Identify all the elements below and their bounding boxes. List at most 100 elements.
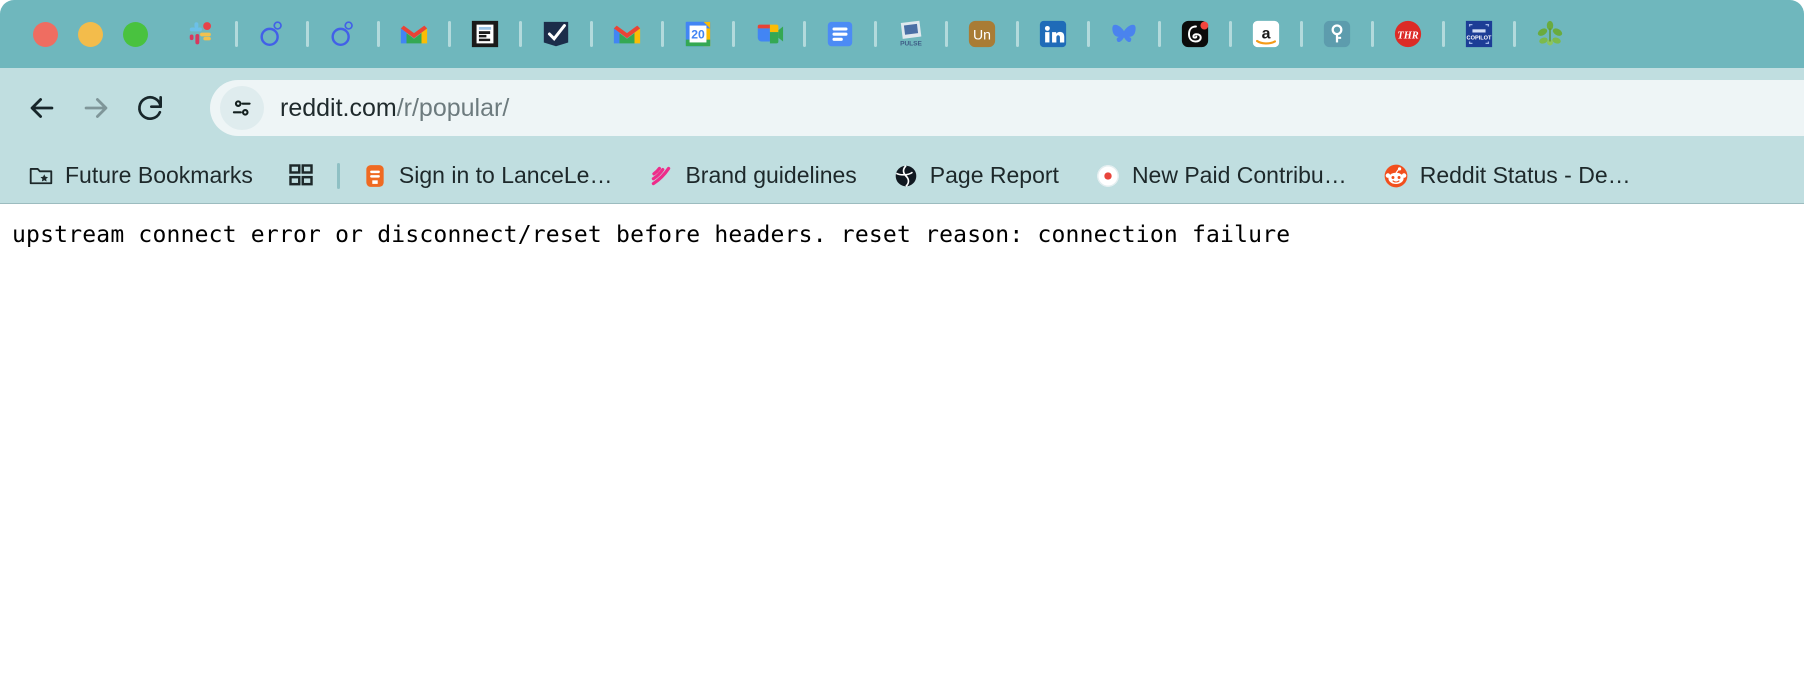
unsplash-label: Un — [973, 27, 991, 43]
tab-gmail-2[interactable] — [604, 11, 650, 57]
tab-e-document[interactable] — [462, 11, 508, 57]
url-text[interactable]: reddit.com/r/popular/ — [280, 94, 509, 123]
tab-separator — [1442, 21, 1445, 47]
tab-separator — [874, 21, 877, 47]
bookmark-folder-future-bookmarks[interactable]: Future Bookmarks — [22, 156, 259, 196]
tab-checkmark[interactable] — [533, 11, 579, 57]
tab-list: 20 PULSE Un a THR COPILOT — [178, 11, 1804, 57]
bookmark-label: Reddit Status - De… — [1419, 162, 1631, 188]
tab-unsplash[interactable]: Un — [959, 11, 1005, 57]
key-icon — [1323, 20, 1351, 48]
reload-icon — [138, 96, 162, 120]
url-domain: reddit.com — [280, 93, 397, 122]
tab-separator — [945, 21, 948, 47]
thr-icon: THR — [1394, 20, 1422, 48]
asana-icon — [331, 21, 353, 46]
tab-separator — [732, 21, 735, 47]
linkedin-icon — [1039, 20, 1067, 48]
tab-separator — [1371, 21, 1374, 47]
tab-separator — [803, 21, 806, 47]
upstream-error-message: upstream connect error or disconnect/res… — [12, 222, 1291, 248]
bookmark-brand-guidelines[interactable]: Brand guidelines — [642, 156, 862, 196]
pink-rss-icon — [648, 163, 674, 189]
tab-asana-1[interactable] — [249, 11, 295, 57]
threads-icon — [1181, 20, 1209, 48]
forward-button[interactable] — [74, 86, 118, 130]
plant-icon — [1537, 20, 1563, 46]
address-bar[interactable]: reddit.com/r/popular/ — [210, 80, 1804, 136]
tab-password-manager[interactable] — [1314, 11, 1360, 57]
back-arrow-icon — [30, 98, 54, 118]
tab-strip: 20 PULSE Un a THR COPILOT — [0, 0, 1804, 68]
slack-icon — [189, 22, 212, 45]
tab-copilot[interactable]: COPILOT — [1456, 11, 1502, 57]
tab-separator — [1513, 21, 1516, 47]
calendar-day-number: 20 — [691, 28, 705, 42]
google-docs-icon — [827, 21, 853, 47]
tab-separator — [306, 21, 309, 47]
google-calendar-icon: 20 — [685, 21, 711, 47]
tab-separator — [1300, 21, 1303, 47]
bookmark-label: Brand guidelines — [685, 162, 857, 188]
tab-asana-2[interactable] — [320, 11, 366, 57]
all-bookmarks-grid-button[interactable] — [281, 156, 321, 196]
tab-separator — [235, 21, 238, 47]
tab-slack[interactable] — [178, 11, 224, 57]
browser-toolbar: reddit.com/r/popular/ — [0, 68, 1804, 148]
forward-arrow-icon — [84, 98, 108, 118]
e-document-icon — [471, 20, 499, 48]
tab-hollywood-reporter[interactable]: THR — [1385, 11, 1431, 57]
asana-icon — [260, 21, 282, 46]
reload-button[interactable] — [128, 86, 172, 130]
checkmark-navy-icon — [543, 21, 569, 47]
navigation-buttons — [0, 86, 172, 130]
gmail-icon — [613, 25, 641, 44]
copilot-icon: COPILOT — [1465, 20, 1493, 48]
close-window-button[interactable] — [33, 21, 58, 47]
tab-separator — [590, 21, 593, 47]
tab-threads[interactable] — [1172, 11, 1218, 57]
bookmark-page-report[interactable]: Page Report — [887, 156, 1065, 196]
tab-separator — [1016, 21, 1019, 47]
thr-label: THR — [1397, 31, 1418, 42]
tab-separator — [1229, 21, 1232, 47]
tab-google-docs[interactable] — [817, 11, 863, 57]
bookmarks-bar: Future Bookmarks Sign in to LanceLe… Bra… — [0, 148, 1804, 204]
tab-google-meet[interactable] — [746, 11, 792, 57]
tab-amazon[interactable]: a — [1243, 11, 1289, 57]
tab-bluesky[interactable] — [1101, 11, 1147, 57]
bluesky-icon — [1112, 24, 1136, 43]
bookmark-reddit-status[interactable]: Reddit Status - De… — [1377, 156, 1637, 196]
tab-separator — [519, 21, 522, 47]
bookmark-label: Page Report — [929, 162, 1059, 188]
apps-grid-icon — [289, 163, 313, 185]
copilot-label: COPILOT — [1467, 36, 1493, 42]
bookmark-sign-in-lancele[interactable]: Sign in to LanceLe… — [356, 156, 619, 196]
bookmarks-separator — [336, 162, 340, 189]
bookmark-new-paid-contributor[interactable]: New Paid Contribu… — [1089, 156, 1353, 196]
tab-plant[interactable] — [1527, 11, 1573, 57]
tab-linkedin[interactable] — [1030, 11, 1076, 57]
tab-pulse[interactable]: PULSE — [888, 11, 934, 57]
site-info-button[interactable] — [220, 86, 264, 130]
maximize-window-button[interactable] — [123, 21, 148, 47]
site-settings-sliders-icon — [232, 100, 251, 116]
minimize-window-button[interactable] — [78, 21, 103, 47]
back-button[interactable] — [20, 86, 64, 130]
bookmark-label: New Paid Contribu… — [1131, 162, 1347, 188]
unsplash-icon: Un — [968, 20, 996, 48]
amazon-label: a — [1262, 26, 1271, 43]
tab-separator — [448, 21, 451, 47]
window-controls — [0, 21, 178, 47]
bookmark-label: Sign in to LanceLe… — [398, 162, 613, 188]
folder-star-icon — [28, 163, 54, 189]
bookmark-label: Future Bookmarks — [65, 162, 253, 188]
globe-icon — [893, 163, 919, 189]
page-content: upstream connect error or disconnect/res… — [0, 204, 1804, 662]
tab-gmail-1[interactable] — [391, 11, 437, 57]
browser-window: 20 PULSE Un a THR COPILOT reddit.com/r/p… — [0, 0, 1804, 698]
amazon-icon: a — [1252, 20, 1280, 48]
red-dot-icon — [1095, 163, 1121, 189]
tab-google-calendar[interactable]: 20 — [675, 11, 721, 57]
tab-separator — [1158, 21, 1161, 47]
